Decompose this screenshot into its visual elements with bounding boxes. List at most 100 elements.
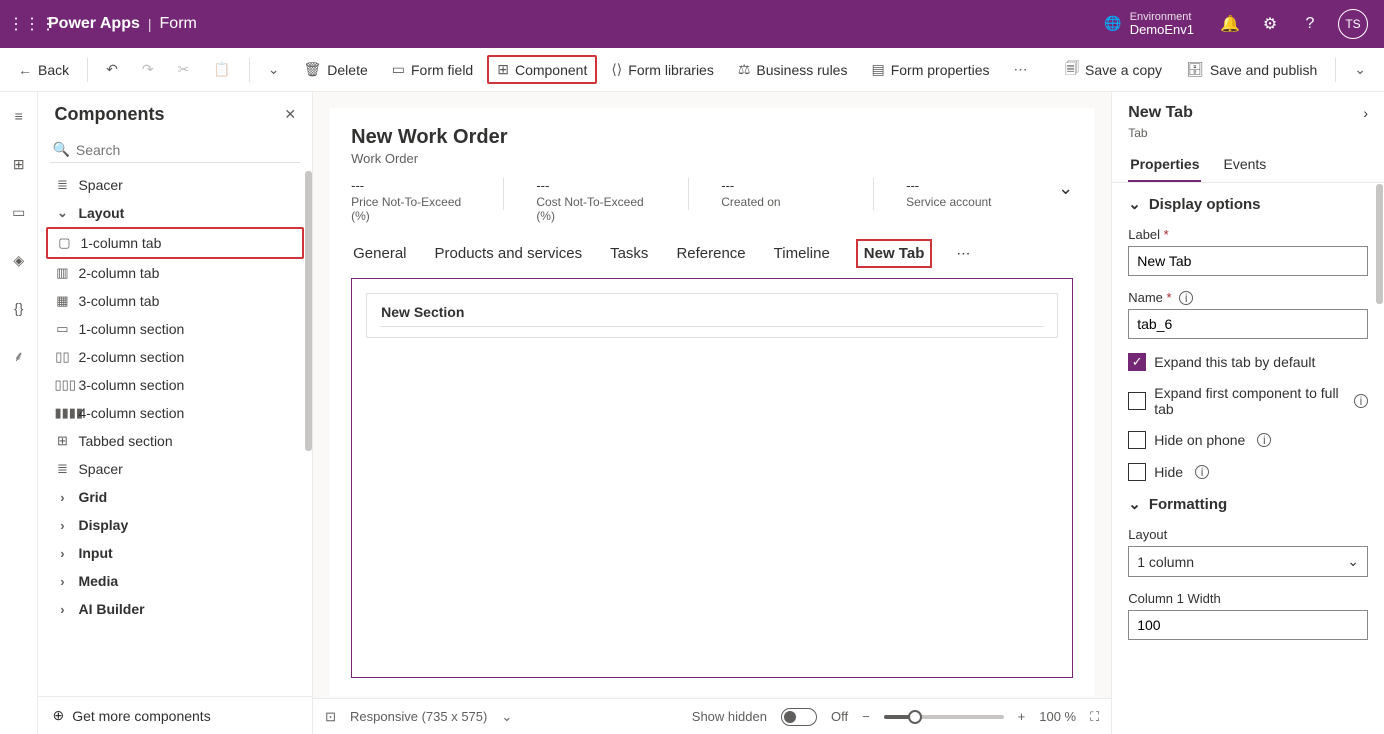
chevron-right-icon[interactable]: › [1363,105,1368,121]
undo-button[interactable]: ↶ [96,55,128,84]
component-item-label: Media [78,573,118,589]
business-rules-button[interactable]: ⚖Business rules [728,55,858,84]
form-tab[interactable]: Reference [674,239,747,268]
info-icon[interactable]: i [1354,394,1368,408]
checkbox-expand-default[interactable]: ✓ Expand this tab by default [1128,353,1368,371]
label-input[interactable] [1128,246,1368,276]
header-field-label: Service account [906,195,1026,209]
rail-hamburger-icon[interactable]: ≡ [3,100,35,132]
form-tab[interactable]: Tasks [608,239,650,268]
props-tab-properties[interactable]: Properties [1128,148,1201,182]
component-item[interactable]: ›Display [46,511,304,539]
component-item[interactable]: ›Grid [46,483,304,511]
suite-header: ⋮⋮⋮ Power Apps | Form 🌐 Environment Demo… [0,0,1384,48]
component-item-icon: ▦ [54,293,70,309]
settings-icon[interactable]: ⚙ [1250,0,1290,48]
component-item[interactable]: ▥2-column tab [46,259,304,287]
save-copy-button[interactable]: 🗐Save a copy [1055,52,1172,88]
search-input[interactable] [76,142,298,158]
zoom-slider[interactable] [884,715,1004,719]
panel-scrollbar[interactable] [305,171,312,451]
name-input[interactable] [1128,309,1368,339]
rail-tree-icon[interactable]: ⸙ [3,340,35,372]
component-item[interactable]: ▭1-column section [46,315,304,343]
info-icon[interactable]: i [1257,433,1271,447]
checkbox-expand-first[interactable]: Expand first component to full tab i [1128,385,1368,417]
panel-close-icon[interactable]: ✕ [284,106,296,123]
component-item[interactable]: ▦3-column tab [46,287,304,315]
zoom-out-icon[interactable]: − [862,709,870,724]
user-avatar[interactable]: TS [1338,9,1368,39]
rail-layers-icon[interactable]: ◈ [3,244,35,276]
form-section[interactable]: New Section [366,293,1058,338]
rail-fields-icon[interactable]: ▭ [3,196,35,228]
form-tab[interactable]: Products and services [433,239,585,268]
redo-button[interactable]: ↷ [132,55,164,84]
checkbox-icon [1128,463,1146,481]
cut-button[interactable]: ✂ [168,55,200,84]
col-width-label: Column 1 Width [1128,591,1368,606]
paste-button[interactable]: 📋 [203,55,240,84]
help-icon[interactable]: ? [1290,0,1330,48]
props-tab-events[interactable]: Events [1221,148,1268,182]
component-item-icon: ≣ [54,177,70,193]
component-item[interactable]: ›Media [46,567,304,595]
header-expand-icon[interactable]: ⌄ [1058,178,1073,199]
props-scrollbar[interactable] [1376,184,1383,304]
component-item-icon: › [54,546,70,561]
section-formatting[interactable]: ⌄Formatting [1128,495,1368,513]
form-tab[interactable]: General [351,239,408,268]
info-icon[interactable]: i [1179,291,1193,305]
rail-code-icon[interactable]: {} [3,292,35,324]
component-item[interactable]: ⌄Layout [46,199,304,227]
header-field[interactable]: ---Service account [906,178,1026,209]
col-width-input[interactable] [1128,610,1368,640]
save-split-chevron[interactable]: ⌄ [1344,55,1376,84]
form-tab[interactable]: New Tab [856,239,933,268]
undo-icon: ↶ [106,61,118,78]
info-icon[interactable]: i [1195,465,1209,479]
zoom-value: 100 % [1039,709,1076,724]
component-item[interactable]: ›AI Builder [46,595,304,623]
component-item[interactable]: ▢1-column tab [46,227,304,259]
show-hidden-toggle[interactable] [781,708,817,726]
section-display-options[interactable]: ⌄Display options [1128,195,1368,213]
tab-body[interactable]: New Section [351,278,1073,678]
app-launcher-icon[interactable]: ⋮⋮⋮ [8,14,48,34]
component-item[interactable]: ▯▯▯3-column section [46,371,304,399]
save-publish-button[interactable]: 🗄Save and publish [1176,55,1327,84]
fit-icon[interactable]: ⛶ [1090,709,1099,725]
component-item[interactable]: ›Input [46,539,304,567]
header-field[interactable]: ---Created on [721,178,841,209]
component-search[interactable]: 🔍 [50,137,300,163]
component-item[interactable]: ≣Spacer [46,171,304,199]
checkbox-hide-phone[interactable]: Hide on phone i [1128,431,1368,449]
overflow-button[interactable]: ⋯ [1004,55,1038,84]
environment-picker[interactable]: 🌐 Environment DemoEnv1 [1104,11,1194,37]
rail-components-icon[interactable]: ⊞ [3,148,35,180]
get-more-components[interactable]: ⊕ Get more components [38,696,312,734]
form-tab[interactable]: Timeline [772,239,832,268]
back-button[interactable]: ←Back [8,56,79,84]
component-item[interactable]: ⊞Tabbed section [46,427,304,455]
component-item[interactable]: ≣Spacer [46,455,304,483]
search-icon: 🔍 [52,141,69,158]
component-item[interactable]: ▮▮▮▮4-column section [46,399,304,427]
form-field-button[interactable]: ▭Form field [382,55,483,84]
component-button[interactable]: ⊞Component [487,55,597,84]
notifications-icon[interactable]: 🔔 [1210,0,1250,48]
paste-split-chevron[interactable]: ⌄ [258,55,290,84]
zoom-in-icon[interactable]: + [1018,709,1026,724]
delete-button[interactable]: 🗑Delete [294,55,378,84]
form-libraries-button[interactable]: ⟨⟩Form libraries [601,55,724,84]
header-field[interactable]: ---Price Not-To-Exceed (%) [351,178,471,223]
layout-select[interactable]: 1 column⌄ [1128,546,1368,577]
component-item[interactable]: ▯▯2-column section [46,343,304,371]
header-field[interactable]: ---Cost Not-To-Exceed (%) [536,178,656,223]
component-item-icon: › [54,490,70,505]
chevron-down-icon[interactable]: ⌄ [501,709,512,725]
viewport-label[interactable]: Responsive (735 x 575) [350,709,487,724]
form-properties-button[interactable]: ▤Form properties [861,55,999,84]
checkbox-hide[interactable]: Hide i [1128,463,1368,481]
tabs-overflow-icon[interactable]: ⋯ [956,245,970,262]
